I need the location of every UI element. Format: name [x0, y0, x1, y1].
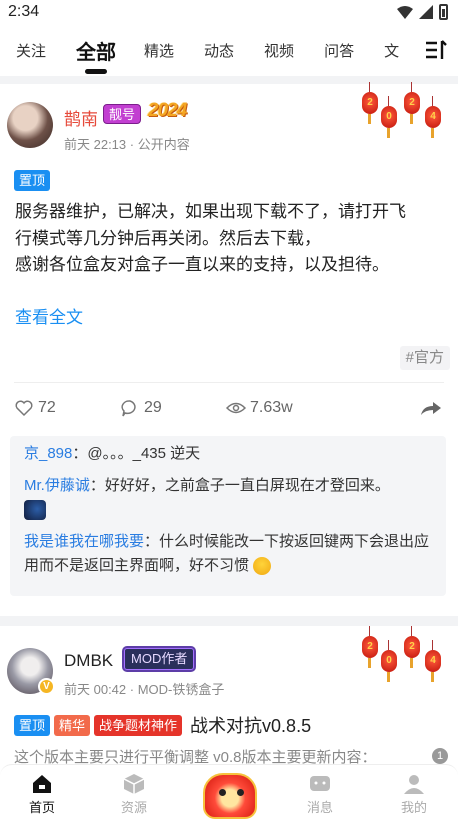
status-icons [397, 4, 448, 20]
tab-video[interactable]: 视频 [264, 40, 294, 61]
post-body[interactable]: 服务器维护，已解决，如果出现下载不了，请打开飞 行模式等几分钟后再关闭。然后去下… [15, 199, 445, 279]
topic-tag[interactable]: #官方 [399, 346, 450, 370]
like-count: 72 [38, 399, 56, 416]
post-time: 前天 22:13 [64, 137, 127, 152]
nav-home-label: 首页 [28, 800, 55, 815]
pinned-tag: 置顶 [14, 170, 51, 191]
share-icon[interactable] [420, 398, 442, 418]
wifi-icon [397, 6, 413, 19]
lantern-decoration: 2 [362, 626, 378, 668]
comment-preview[interactable]: 京_898：@。。。_435 逆天 Mr.伊藤诚：好好好，之前盒子一直白屏现在才… [10, 436, 446, 596]
tab-featured[interactable]: 精选 [144, 40, 174, 61]
comment-count: 29 [144, 399, 162, 416]
lantern-decoration: 0 [381, 96, 397, 138]
heart-icon [15, 400, 33, 417]
like-button[interactable]: 72 [14, 398, 56, 418]
message-icon [310, 776, 330, 791]
tab-article[interactable]: 文 [384, 40, 399, 61]
essence-tag: 精华 [54, 714, 91, 736]
nav-home[interactable]: 首页 [12, 773, 72, 816]
home-icon [33, 775, 51, 793]
comment-text: ：@。。。_435 逆天 [72, 445, 201, 462]
lantern-decoration: 2 [404, 82, 420, 124]
pinned-tag: 置顶 [14, 714, 51, 736]
comment-user[interactable]: Mr.伊藤诚 [24, 477, 90, 494]
lantern-decoration: 2 [362, 82, 378, 124]
post-tags: 置顶 精华 战争题材神作 战术对抗v0.8.5 [14, 712, 311, 738]
post-body-line: 服务器维护，已解决，如果出现下载不了，请打开飞 [15, 202, 406, 221]
tab-all[interactable]: 全部 [76, 36, 116, 65]
divider [14, 382, 444, 383]
mod-author-badge: MOD作者 [124, 648, 195, 670]
sticker-icon [24, 500, 46, 521]
post-source[interactable]: MOD-铁锈盒子 [138, 682, 225, 697]
vip-badge: 靓号 [103, 104, 142, 124]
nav-me[interactable]: 我的 [384, 773, 444, 816]
comment-button[interactable]: 29 [120, 398, 162, 418]
post-card[interactable]: 鹊南 靓号 2024 前天 22:13 · 公开内容 2 0 2 4 置顶 服务… [0, 82, 458, 616]
info-icon: 1 [432, 748, 448, 764]
comment-user[interactable]: 京_898 [24, 445, 72, 462]
verified-icon: V [38, 678, 55, 695]
nav-messages-label: 消息 [306, 800, 333, 815]
avatar[interactable] [7, 102, 53, 148]
war-theme-tag: 战争题材神作 [94, 714, 183, 736]
post-visibility: 公开内容 [137, 137, 190, 152]
battery-icon [439, 4, 448, 20]
tab-qa[interactable]: 问答 [324, 40, 354, 61]
lantern-decoration: 2 [404, 626, 420, 668]
status-time: 2:34 [8, 3, 40, 20]
read-more-link[interactable]: 查看全文 [15, 303, 83, 328]
post-stats: 72 29 7.63w [14, 398, 444, 420]
signal-icon [419, 5, 433, 19]
view-count: 7.63w [250, 399, 293, 416]
comment-user[interactable]: 我是谁我在哪我要 [24, 533, 144, 550]
lantern-decoration: 0 [381, 640, 397, 682]
post-meta: 前天 22:13 · 公开内容 [64, 137, 190, 152]
lantern-decoration: 4 [425, 640, 441, 682]
laugh-emoji-icon [253, 557, 272, 576]
dragon-mascot-icon[interactable] [203, 773, 257, 819]
comment-item[interactable]: 我是谁我在哪我要：什么时候能改一下按返回键两下会退出应用而不是返回主界面啊，好不… [24, 530, 432, 578]
post-body-line: 感谢各位盒友对盒子一直以来的支持，以及担待。 [15, 255, 389, 274]
comment-text: ：好好好，之前盒子一直白屏现在才登回来。 [89, 477, 390, 494]
user-icon [404, 775, 424, 794]
post-time: 前天 00:42 [64, 682, 127, 697]
nav-me-label: 我的 [400, 800, 427, 815]
comment-item[interactable]: 京_898：@。。。_435 逆天 [24, 442, 432, 466]
year-badge: 2024 [148, 100, 187, 121]
author-name[interactable]: DMBK [64, 651, 113, 671]
post-title[interactable]: 战术对抗v0.8.5 [190, 712, 311, 738]
author-name[interactable]: 鹊南 [64, 105, 98, 130]
tab-activity[interactable]: 动态 [204, 40, 234, 61]
comment-item[interactable]: Mr.伊藤诚：好好好，之前盒子一直白屏现在才登回来。 [24, 474, 432, 522]
tab-follow[interactable]: 关注 [16, 40, 46, 61]
box-icon [123, 774, 145, 794]
view-stat: 7.63w [226, 398, 293, 418]
eye-icon [226, 402, 246, 414]
lantern-decoration: 4 [425, 96, 441, 138]
category-tabs: 关注 全部 精选 动态 视频 问答 文 [0, 24, 458, 76]
post-meta: 前天 00:42 · MOD-铁锈盒子 [64, 682, 225, 697]
nav-resources-label: 资源 [120, 800, 147, 815]
post-body-line: 行模式等几分钟后再关闭。然后去下载， [15, 228, 321, 248]
comment-icon [121, 400, 136, 417]
tab-menu-icon[interactable] [424, 38, 448, 62]
status-bar: 2:34 [0, 0, 458, 24]
nav-resources[interactable]: 资源 [104, 773, 164, 816]
nav-messages[interactable]: 消息 [290, 773, 350, 816]
